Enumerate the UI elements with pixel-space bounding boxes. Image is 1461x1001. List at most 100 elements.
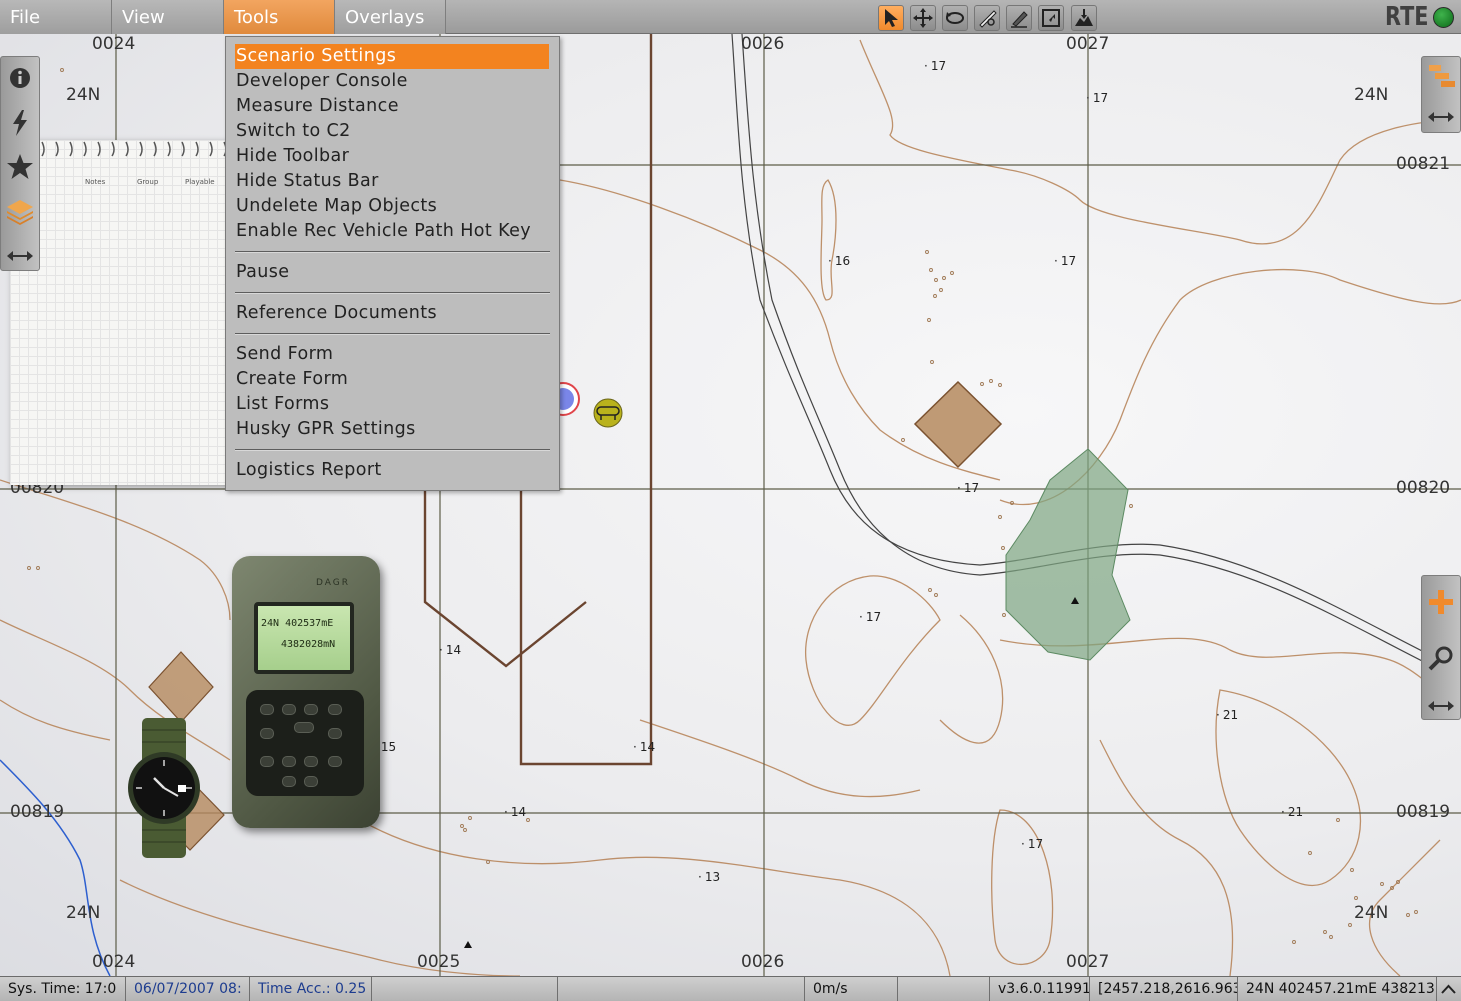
menu-item-scenario-settings[interactable]: Scenario Settings [235,44,549,69]
fullscreen-icon[interactable] [1038,5,1064,31]
gps-screen: 24N 402537mE 4382028mN [254,602,354,674]
rotate-icon[interactable] [942,5,968,31]
easting-label: 0024 [92,34,136,54]
gps-key[interactable] [304,704,318,715]
expand-horizontal-icon[interactable] [1425,101,1457,133]
spot-height: 17 [1086,91,1108,105]
menu-item-logistics-report[interactable]: Logistics Report [235,458,549,483]
easting-label: 0026 [741,34,785,54]
easting-label: 0027 [1066,34,1110,54]
gps-dpad[interactable] [294,722,314,733]
menu-item-husky-gpr-settings[interactable]: Husky GPR Settings [235,417,549,442]
gps-device[interactable]: DAGR 24N 402537mE 4382028mN [232,556,380,828]
world-coordinates: [2457.218,2616.963, [1090,977,1238,1001]
notepad-column: Playable [185,178,215,186]
zone-label: 24N [66,85,101,105]
menu-item-developer-console[interactable]: Developer Console [235,69,549,94]
expand-horizontal-icon[interactable] [4,240,36,272]
gps-key[interactable] [260,756,274,767]
version-readout: v3.6.0.119919 [990,977,1090,1001]
wristwatch[interactable] [124,718,204,858]
menu-item-reference-documents[interactable]: Reference Documents [235,301,549,326]
menu-overlays[interactable]: Overlays [335,0,446,34]
gps-key[interactable] [282,756,296,767]
pointer-select-icon[interactable] [878,5,904,31]
left-toolbar [0,56,40,271]
chevron-up-icon[interactable] [1438,979,1459,1000]
magnifier-icon[interactable] [1425,642,1457,674]
terrain-icon[interactable] [1071,5,1097,31]
gps-key[interactable] [304,776,318,787]
right-toolbar-zoom [1421,575,1461,720]
menu-view[interactable]: View [112,0,224,34]
zone-label: 24N [1354,903,1389,923]
gps-key[interactable] [282,776,296,787]
easting-label: 0027 [1066,952,1110,972]
menu-item-hide-status-bar[interactable]: Hide Status Bar [235,169,549,194]
menu-bar: File View Tools Overlays RTE [0,0,1461,34]
spot-height: 17 [924,59,946,73]
pan-move-icon[interactable] [910,5,936,31]
zoom-in-icon[interactable] [1425,586,1457,618]
northing-label: 00821 [1396,154,1451,174]
status-empty-cell [372,977,558,1001]
draw-tool-icon[interactable] [1006,5,1032,31]
gps-key[interactable] [304,756,318,767]
gps-easting: 24N 402537mE [261,618,334,629]
menu-separator [235,449,550,451]
spot-height: 14 [504,805,526,819]
expand-horizontal-icon[interactable] [1425,690,1457,722]
northing-label: 00819 [10,802,65,822]
northing-label: 00820 [1396,478,1451,498]
menu-separator [235,292,550,294]
gps-key[interactable] [282,704,296,715]
connection-status-indicator [1433,7,1454,28]
speed-readout: 0m/s [805,977,898,1001]
tools-dropdown-menu: Scenario Settings Developer Console Meas… [225,36,560,491]
info-icon[interactable] [4,62,36,94]
measure-tool-icon[interactable] [974,5,1000,31]
spot-height: 21 [1281,805,1303,819]
app-logo: RTE [1385,2,1429,32]
notepad-column: Group [137,178,159,186]
easting-label: 0024 [92,952,136,972]
menu-item-list-forms[interactable]: List Forms [235,392,549,417]
layers-list-icon[interactable] [1425,61,1457,93]
right-toolbar-top [1421,56,1461,133]
spot-height: 17 [859,610,881,624]
spot-height: 17 [1054,254,1076,268]
layers-icon[interactable] [4,195,36,227]
notepad-column: Notes [85,178,106,186]
notepad-spiral [41,141,227,157]
menu-item-measure-distance[interactable]: Measure Distance [235,94,549,119]
lightning-icon[interactable] [4,107,36,139]
spot-height: 17 [957,481,979,495]
menu-item-pause[interactable]: Pause [235,260,549,285]
gps-key[interactable] [260,704,274,715]
menu-file[interactable]: File [0,0,112,34]
gps-key[interactable] [260,728,274,739]
gps-key[interactable] [328,756,342,767]
zone-label: 24N [66,903,101,923]
menu-item-undelete-map-objects[interactable]: Undelete Map Objects [235,194,549,219]
status-empty-cell [898,977,990,1001]
spot-height: 21 [1216,708,1238,722]
gps-key[interactable] [328,728,342,739]
system-time: Sys. Time: 17:0 [0,977,126,1001]
gps-key[interactable] [328,704,342,715]
menu-separator [235,333,550,335]
menu-item-enable-rec-vehicle-path[interactable]: Enable Rec Vehicle Path Hot Key [235,219,549,244]
grid-coordinates: 24N 402457.21mE 438213 [1238,977,1437,1001]
notepad[interactable]: Notes Group Playable [10,140,230,485]
menu-separator [235,251,550,253]
time-acceleration: Time Acc.: 0.25 [250,977,372,1001]
menu-item-switch-to-c2[interactable]: Switch to C2 [235,119,549,144]
status-bar: Sys. Time: 17:0 06/07/2007 08: Time Acc.… [0,976,1461,1001]
menu-item-hide-toolbar[interactable]: Hide Toolbar [235,144,549,169]
menu-item-create-form[interactable]: Create Form [235,367,549,392]
gps-brand: DAGR [316,578,350,588]
menu-item-send-form[interactable]: Send Form [235,342,549,367]
gps-keypad [246,690,364,796]
star-icon[interactable] [4,151,36,183]
menu-tools[interactable]: Tools [224,0,335,34]
